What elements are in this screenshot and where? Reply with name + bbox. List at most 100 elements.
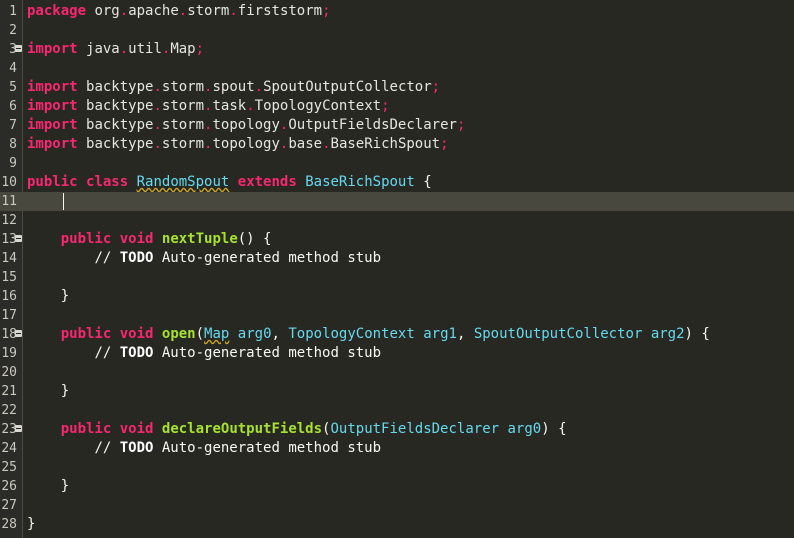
import-part: backtype [86,117,154,133]
keyword: void [119,421,154,437]
import-part: java [86,41,120,57]
line-number: 5 [9,80,17,95]
code-line-8[interactable]: 8 import backtype.storm.topology.base.Ba… [0,135,794,154]
keyword: class [86,174,129,190]
code-line-26[interactable]: 26 } [0,477,794,496]
code-line-13[interactable]: 13 public void nextTuple() { [0,230,794,249]
param-name: arg2 [650,326,685,342]
import-part: task [212,98,247,114]
import-statement: import backtype.storm.task.TopologyConte… [27,97,390,116]
closing-brace: } [27,287,69,306]
code-line-19[interactable]: 19 // TODO Auto-generated method stub [0,344,794,363]
keyword: extends [237,174,297,190]
code-line-18[interactable]: 18 public void open(Map arg0, TopologyCo… [0,325,794,344]
code-line-25[interactable]: 25 [0,458,794,477]
code-line-10[interactable]: 10 public class RandomSpout extends Base… [0,173,794,192]
code-line-28[interactable]: 28 } [0,515,794,534]
import-part: topology [212,136,280,152]
code-line-22[interactable]: 22 [0,401,794,420]
params: () { [237,231,272,247]
line-number: 7 [9,118,17,133]
line-number: 4 [9,61,17,76]
line-number: 1 [9,4,17,19]
code-line-9[interactable]: 9 [0,154,794,173]
brace: } [60,383,70,399]
keyword: import [27,79,78,95]
comment-prefix: // [94,250,120,266]
dot: . [153,136,162,152]
method-declaration: public void open(Map arg0, TopologyConte… [27,325,710,344]
todo-tag: TODO [119,345,154,361]
code-line-24[interactable]: 24 // TODO Auto-generated method stub [0,439,794,458]
keyword: package [27,3,87,19]
semicolon: ; [195,41,205,57]
line-number: 14 [1,251,17,266]
class-declaration: public class RandomSpout extends BaseRic… [27,173,432,192]
class-name: RandomSpout [136,174,230,190]
line-number: 9 [9,156,17,171]
import-part: SpoutOutputCollector [263,79,432,95]
code-line-20[interactable]: 20 [0,363,794,382]
line-number: 25 [1,460,17,475]
code-line-6[interactable]: 6 import backtype.storm.task.TopologyCon… [0,97,794,116]
method-name: nextTuple [161,231,238,247]
paren: ) { [541,421,567,437]
import-part: TopologyContext [254,98,382,114]
keyword: import [27,41,78,57]
line-number: 6 [9,99,17,114]
param-name: arg1 [423,326,457,342]
dot: . [153,117,162,133]
method-name: open [161,326,196,342]
line-number: 20 [1,365,17,380]
comment-text: Auto-generated method stub [153,345,382,361]
code-line-17[interactable]: 17 [0,306,794,325]
package-part: apache [128,3,179,19]
semicolon: ; [431,79,441,95]
code-line-4[interactable]: 4 [0,59,794,78]
line-number: 28 [1,517,17,532]
package-declaration: package org.apache.storm.firststorm; [27,2,331,21]
import-part: backtype [86,98,154,114]
dot: . [254,79,264,95]
code-line-16[interactable]: 16 } [0,287,794,306]
code-line-5[interactable]: 5 import backtype.storm.spout.SpoutOutpu… [0,78,794,97]
comment-prefix: // [94,440,120,456]
fold-collapse-icon[interactable] [15,425,22,432]
todo-comment: // TODO Auto-generated method stub [27,344,381,363]
code-line-7[interactable]: 7 import backtype.storm.topology.OutputF… [0,116,794,135]
code-editor[interactable]: 1 package org.apache.storm.firststorm; 2… [0,0,794,538]
code-line-1[interactable]: 1 package org.apache.storm.firststorm; [0,2,794,21]
import-part: storm [161,117,205,133]
method-declaration: public void declareOutputFields(OutputFi… [27,420,567,439]
param-type: OutputFieldsDeclarer [330,421,500,437]
import-part: storm [161,136,205,152]
code-line-23[interactable]: 23 public void declareOutputFields(Outpu… [0,420,794,439]
fold-collapse-icon[interactable] [15,235,22,242]
todo-tag: TODO [119,250,154,266]
method-declaration: public void nextTuple() { [27,230,272,249]
line-number: 2 [9,23,17,38]
keyword: void [119,231,154,247]
code-line-12[interactable]: 12 [0,211,794,230]
fold-collapse-icon[interactable] [15,330,22,337]
dot: . [322,136,331,152]
super-class-name: BaseRichSpout [305,174,415,190]
code-line-27[interactable]: 27 [0,496,794,515]
line-number: 12 [1,213,17,228]
import-statement: import backtype.storm.spout.SpoutOutputC… [27,78,440,97]
code-line-15[interactable]: 15 [0,268,794,287]
code-line-21[interactable]: 21 } [0,382,794,401]
code-line-2[interactable]: 2 [0,21,794,40]
fold-collapse-icon[interactable] [15,45,22,52]
dot: . [119,41,129,57]
import-part: BaseRichSpout [330,136,441,152]
code-line-11-current[interactable]: 11 [0,192,794,211]
import-part: backtype [86,136,154,152]
code-line-14[interactable]: 14 // TODO Auto-generated method stub [0,249,794,268]
import-part: Map [170,41,196,57]
todo-tag: TODO [119,440,154,456]
code-line-3[interactable]: 3 import java.util.Map; [0,40,794,59]
import-part: base [288,136,323,152]
keyword: public [27,174,78,190]
import-part: storm [161,98,205,114]
